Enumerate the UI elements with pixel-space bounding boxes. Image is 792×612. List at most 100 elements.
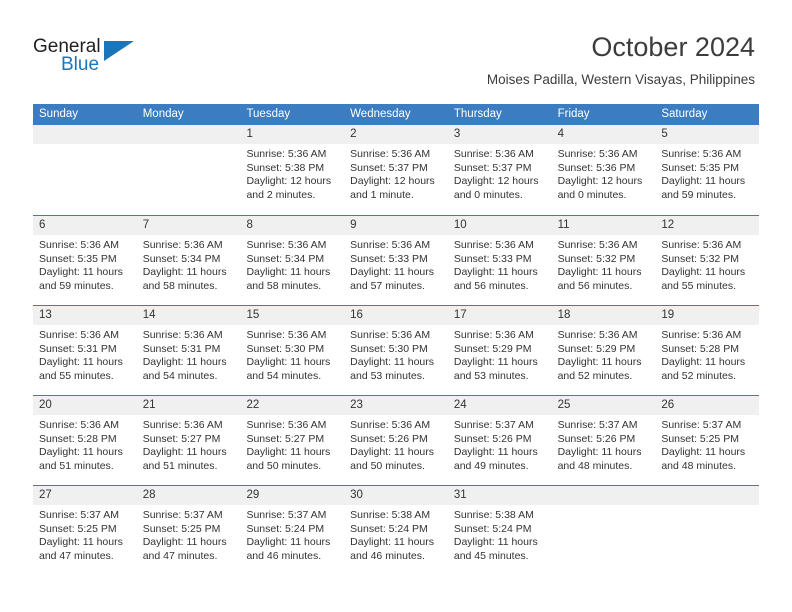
sunrise-text: Sunrise: 5:36 AM [350,329,431,341]
day-cell[interactable]: 6 Sunrise: 5:36 AM Sunset: 5:35 PM Daylight… [33,216,137,305]
day-number-band: 26 [655,396,760,415]
daylight-text: Daylight: 11 hours and 53 minutes. [453,356,538,382]
daylight-text: Daylight: 11 hours and 59 minutes. [39,266,123,292]
sunset-text: Sunset: 5:33 PM [453,252,532,265]
day-cell[interactable]: 15 Sunrise: 5:36 AM Sunset: 5:30 PM Dayligh… [240,306,345,395]
day-cell[interactable]: 7 Sunrise: 5:36 AM Sunset: 5:34 PM Daylight… [136,216,241,305]
day-number: 21 [142,399,156,411]
day-number-band: 27 [33,486,137,505]
sunset-text: Sunset: 5:36 PM [557,161,636,174]
day-cell[interactable]: 3 Sunrise: 5:36 AM Sunset: 5:37 PM Daylight… [447,125,552,215]
day-details: Sunrise: 5:36 AM Sunset: 5:28 PM Daylight:… [655,325,759,383]
daylight-text: Daylight: 11 hours and 56 minutes. [557,266,642,292]
day-number: 30 [350,489,363,501]
daylight-text: Daylight: 11 hours and 48 minutes. [557,446,642,472]
day-number-band [551,486,656,505]
day-number: 18 [557,309,571,321]
day-details: Sunrise: 5:37 AM Sunset: 5:25 PM Daylight:… [655,415,759,473]
day-cell[interactable]: 25 Sunrise: 5:37 AM Sunset: 5:26 PM Dayligh… [551,396,656,485]
triangle-icon [104,41,134,61]
day-number-band: 30 [344,486,448,505]
sunrise-text: Sunrise: 5:36 AM [350,148,431,160]
sunrise-text: Sunrise: 5:37 AM [453,419,534,431]
sunset-text: Sunset: 5:37 PM [453,161,532,174]
sunset-text: Sunset: 5:25 PM [661,432,739,445]
daylight-text: Daylight: 11 hours and 58 minutes. [142,266,227,292]
day-cell[interactable]: 19 Sunrise: 5:36 AM Sunset: 5:28 PM Dayligh… [655,306,760,395]
sunrise-text: Sunrise: 5:37 AM [557,419,638,431]
day-cell[interactable]: 31 Sunrise: 5:38 AM Sunset: 5:24 PM Dayligh… [447,486,552,575]
sunset-text: Sunset: 5:27 PM [246,432,325,445]
sunrise-text: Sunrise: 5:36 AM [246,329,327,341]
page-subtitle: Moises Padilla, Western Visayas, Philipp… [486,72,755,87]
day-cell[interactable]: 27 Sunrise: 5:37 AM Sunset: 5:25 PM Dayligh… [33,486,137,575]
day-number-band: 24 [447,396,552,415]
day-details: Sunrise: 5:36 AM Sunset: 5:27 PM Daylight:… [240,415,344,473]
day-number-band [136,125,241,144]
day-cell[interactable]: 12 Sunrise: 5:36 AM Sunset: 5:32 PM Dayligh… [655,216,760,305]
day-cell[interactable]: 9 Sunrise: 5:36 AM Sunset: 5:33 PM Daylight… [344,216,448,305]
calendar-page: General Blue October 2024 Moises Padilla… [0,0,792,612]
day-cell[interactable]: 11 Sunrise: 5:36 AM Sunset: 5:32 PM Dayligh… [551,216,656,305]
day-number-band: 5 [655,125,760,144]
day-cell[interactable]: 14 Sunrise: 5:36 AM Sunset: 5:31 PM Dayligh… [136,306,241,395]
sunrise-text: Sunrise: 5:36 AM [246,148,327,160]
daylight-text: Daylight: 11 hours and 47 minutes. [39,536,123,562]
sunrise-text: Sunrise: 5:36 AM [39,239,119,251]
day-cell[interactable]: 18 Sunrise: 5:36 AM Sunset: 5:29 PM Dayligh… [551,306,656,395]
day-number: 26 [661,399,675,411]
sunset-text: Sunset: 5:24 PM [246,522,325,535]
day-number-band [655,486,760,505]
sunset-text: Sunset: 5:32 PM [557,252,636,265]
day-cell[interactable]: 17 Sunrise: 5:36 AM Sunset: 5:29 PM Dayligh… [447,306,552,395]
day-number-band: 2 [344,125,448,144]
daylight-text: Daylight: 11 hours and 58 minutes. [246,266,331,292]
daylight-text: Daylight: 11 hours and 59 minutes. [661,175,746,201]
day-cell[interactable]: 26 Sunrise: 5:37 AM Sunset: 5:25 PM Dayligh… [655,396,760,485]
day-details: Sunrise: 5:36 AM Sunset: 5:26 PM Daylight:… [344,415,448,473]
day-details: Sunrise: 5:36 AM Sunset: 5:36 PM Daylight:… [552,144,656,202]
day-cell[interactable]: 1 Sunrise: 5:36 AM Sunset: 5:38 PM Daylight… [240,125,345,215]
daylight-text: Daylight: 11 hours and 50 minutes. [246,446,331,472]
daylight-text: Daylight: 11 hours and 54 minutes. [142,356,227,382]
day-cell[interactable]: 8 Sunrise: 5:36 AM Sunset: 5:34 PM Daylight… [240,216,345,305]
day-cell[interactable]: 13 Sunrise: 5:36 AM Sunset: 5:31 PM Dayligh… [33,306,137,395]
day-cell[interactable]: 29 Sunrise: 5:37 AM Sunset: 5:24 PM Dayligh… [240,486,345,575]
day-cell[interactable]: 2 Sunrise: 5:36 AM Sunset: 5:37 PM Daylight… [344,125,448,215]
day-number: 16 [350,309,363,321]
day-number: 9 [350,219,357,231]
sunset-text: Sunset: 5:28 PM [661,342,739,355]
weekday-header-saturday: Saturday [661,108,708,120]
sunset-text: Sunset: 5:24 PM [350,522,428,535]
day-details: Sunrise: 5:36 AM Sunset: 5:30 PM Daylight:… [240,325,344,383]
logo-text-blue: Blue [61,54,100,75]
day-cell[interactable]: 24 Sunrise: 5:37 AM Sunset: 5:26 PM Dayligh… [447,396,552,485]
day-cell[interactable]: 30 Sunrise: 5:38 AM Sunset: 5:24 PM Dayligh… [344,486,448,575]
daylight-text: Daylight: 12 hours and 2 minutes. [246,175,332,201]
day-number: 8 [246,219,253,231]
day-cell[interactable]: 23 Sunrise: 5:36 AM Sunset: 5:26 PM Dayligh… [344,396,448,485]
daylight-text: Daylight: 11 hours and 47 minutes. [142,536,227,562]
day-cell[interactable]: 16 Sunrise: 5:36 AM Sunset: 5:30 PM Dayligh… [344,306,448,395]
day-cell[interactable]: 10 Sunrise: 5:36 AM Sunset: 5:33 PM Dayligh… [447,216,552,305]
sunrise-text: Sunrise: 5:36 AM [453,148,534,160]
sunset-text: Sunset: 5:29 PM [557,342,636,355]
day-details: Sunrise: 5:37 AM Sunset: 5:26 PM Daylight:… [552,415,656,473]
sunrise-text: Sunrise: 5:36 AM [557,239,638,251]
day-cell[interactable]: 21 Sunrise: 5:36 AM Sunset: 5:27 PM Dayligh… [136,396,241,485]
calendar-week-row: 27 Sunrise: 5:37 AM Sunset: 5:25 PM Dayligh… [33,485,760,575]
day-number-band: 20 [33,396,137,415]
sunrise-text: Sunrise: 5:36 AM [453,239,534,251]
sunrise-text: Sunrise: 5:36 AM [557,329,638,341]
day-cell[interactable]: 22 Sunrise: 5:36 AM Sunset: 5:27 PM Dayligh… [240,396,345,485]
day-cell[interactable]: 4 Sunrise: 5:36 AM Sunset: 5:36 PM Daylight… [551,125,656,215]
day-number: 20 [39,399,52,411]
day-cell[interactable]: 20 Sunrise: 5:36 AM Sunset: 5:28 PM Dayligh… [33,396,137,485]
sunset-text: Sunset: 5:38 PM [246,161,325,174]
day-cell[interactable]: 5 Sunrise: 5:36 AM Sunset: 5:35 PM Daylight… [655,125,760,215]
day-cell[interactable]: 28 Sunrise: 5:37 AM Sunset: 5:25 PM Dayligh… [136,486,241,575]
day-number-band: 16 [344,306,448,325]
sunrise-text: Sunrise: 5:36 AM [557,148,638,160]
sunset-text: Sunset: 5:28 PM [39,432,117,445]
day-number: 23 [350,399,363,411]
